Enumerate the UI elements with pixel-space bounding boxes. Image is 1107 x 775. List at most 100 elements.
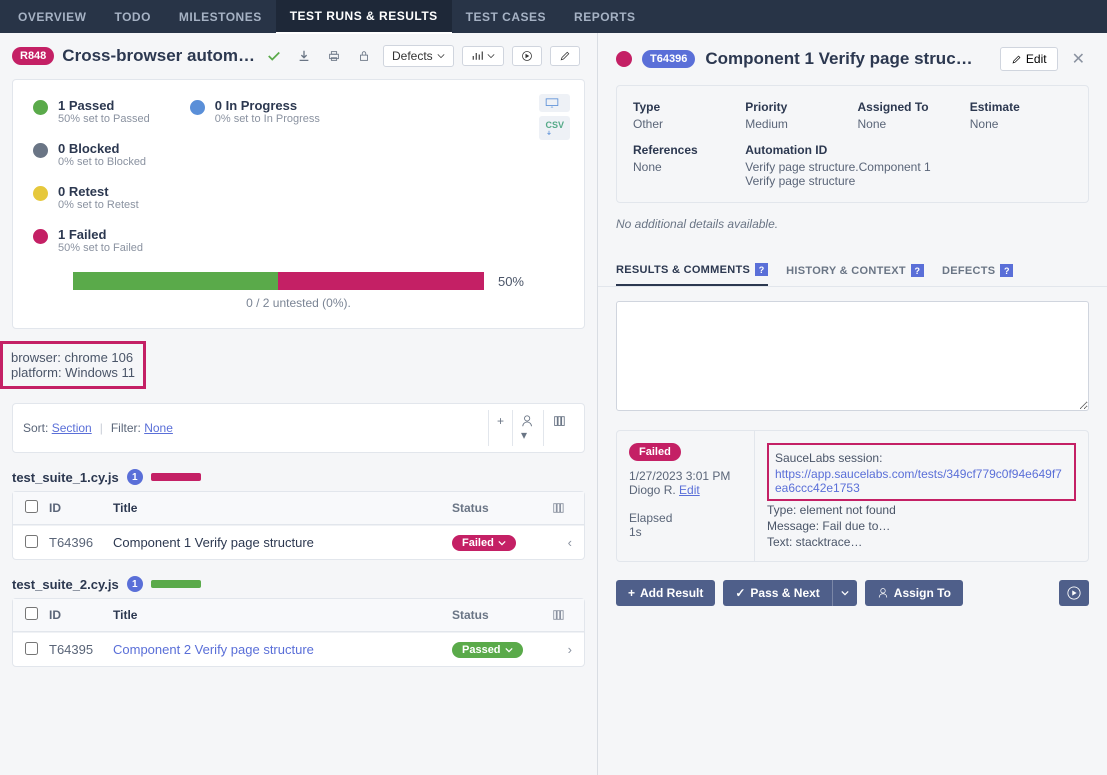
- nav-overview[interactable]: OVERVIEW: [4, 1, 100, 33]
- row-title[interactable]: Component 1 Verify page structure: [113, 535, 452, 550]
- columns-menu-icon[interactable]: [552, 502, 572, 514]
- edit-result-link[interactable]: Edit: [679, 483, 700, 497]
- suite-table: ID Title Status T64396 Component 1 Verif…: [12, 491, 585, 560]
- chevron-down-icon: [437, 52, 445, 60]
- result-card: Failed 1/27/2023 3:01 PM Diogo R. Edit E…: [616, 430, 1089, 562]
- stat-sublabel: 50% set to Failed: [58, 242, 143, 254]
- play-button[interactable]: [512, 46, 542, 66]
- print-icon[interactable]: [323, 45, 345, 67]
- suite-header: test_suite_2.cy.js 1: [12, 576, 585, 592]
- no-details-text: No additional details available.: [598, 203, 1107, 245]
- row-chevron[interactable]: ‹: [552, 535, 572, 550]
- chart-dropdown[interactable]: [462, 46, 504, 66]
- result-type: Type: element not found: [767, 503, 1076, 517]
- top-nav: OVERVIEW TODO MILESTONES TEST RUNS & RES…: [0, 0, 1107, 33]
- tab-history[interactable]: HISTORY & CONTEXT?: [786, 255, 924, 286]
- meta-key: Assigned To: [858, 100, 960, 114]
- stat-label: 1 Passed: [58, 98, 150, 113]
- nav-todo[interactable]: TODO: [100, 1, 164, 33]
- defects-dropdown[interactable]: Defects: [383, 45, 454, 67]
- comment-box: [616, 301, 1089, 416]
- select-all-checkbox[interactable]: [25, 500, 38, 513]
- environment-box: browser: chrome 106 platform: Windows 11: [0, 341, 146, 389]
- row-id: T64395: [49, 642, 113, 657]
- col-id-header: ID: [49, 608, 113, 622]
- edit-run-button[interactable]: [550, 46, 580, 66]
- meta-value: None: [970, 117, 1072, 131]
- tab-results[interactable]: RESULTS & COMMENTS?: [616, 255, 768, 286]
- env-platform: platform: Windows 11: [11, 365, 135, 380]
- table-row[interactable]: T64395 Component 2 Verify page structure…: [13, 632, 584, 666]
- filter-bar: Sort: Section | Filter: None + ▾: [12, 403, 585, 453]
- result-body: SauceLabs session: https://app.saucelabs…: [755, 431, 1088, 561]
- result-meta: Failed 1/27/2023 3:01 PM Diogo R. Edit E…: [617, 431, 755, 561]
- result-status-badge: Failed: [629, 443, 681, 461]
- export-icon[interactable]: [293, 45, 315, 67]
- assign-tool[interactable]: ▾: [512, 410, 543, 446]
- comment-textarea[interactable]: [616, 301, 1089, 411]
- meta-item: Assigned ToNone: [858, 100, 960, 131]
- help-icon[interactable]: ?: [755, 263, 768, 276]
- suite-mini-bar: [151, 473, 201, 481]
- assign-to-button[interactable]: Assign To: [865, 580, 963, 606]
- left-panel: R848 Cross-browser autom… Defects: [0, 33, 598, 775]
- nav-test-cases[interactable]: TEST CASES: [452, 1, 560, 33]
- run-id-badge: R848: [12, 47, 54, 65]
- tab-defects[interactable]: DEFECTS?: [942, 255, 1013, 286]
- pass-next-dropdown[interactable]: [833, 580, 857, 606]
- stat-item: 1 Failed 50% set to Failed: [33, 227, 150, 254]
- close-icon[interactable]: ✕: [1068, 47, 1089, 71]
- play-action-button[interactable]: [1059, 580, 1089, 606]
- meta-key: Type: [633, 100, 735, 114]
- meta-value: Verify page structure.Component 1 Verify…: [745, 160, 960, 188]
- meta-item: PriorityMedium: [745, 100, 847, 131]
- status-dot: [616, 51, 632, 67]
- pass-next-button[interactable]: ✓Pass & Next: [723, 580, 832, 606]
- sauce-box: SauceLabs session: https://app.saucelabs…: [767, 443, 1076, 501]
- row-title[interactable]: Component 2 Verify page structure: [113, 642, 452, 657]
- export-csv-button[interactable]: CSV: [539, 116, 570, 140]
- columns-menu-icon[interactable]: [552, 609, 572, 621]
- lock-icon[interactable]: [353, 45, 375, 67]
- status-pill[interactable]: Passed: [452, 642, 523, 658]
- nav-test-runs[interactable]: TEST RUNS & RESULTS: [276, 0, 452, 34]
- sauce-link[interactable]: https://app.saucelabs.com/tests/349cf779…: [775, 467, 1062, 495]
- meta-value: None: [633, 160, 735, 174]
- chevron-down-icon: [841, 589, 849, 597]
- row-checkbox[interactable]: [25, 535, 38, 548]
- elapsed-value: 1s: [629, 525, 742, 539]
- result-text: Text: stacktrace…: [767, 535, 1076, 549]
- export-image-button[interactable]: [539, 94, 570, 112]
- sort-value-link[interactable]: Section: [52, 421, 92, 435]
- status-dot: [33, 100, 48, 115]
- columns-tool[interactable]: [543, 410, 574, 446]
- select-all-checkbox[interactable]: [25, 607, 38, 620]
- nav-milestones[interactable]: MILESTONES: [165, 1, 276, 33]
- help-icon[interactable]: ?: [911, 264, 924, 277]
- columns-icon: [552, 414, 566, 428]
- filter-value-link[interactable]: None: [144, 421, 173, 435]
- row-chevron[interactable]: ›: [552, 642, 572, 657]
- pencil-icon: [559, 50, 571, 62]
- help-icon[interactable]: ?: [1000, 264, 1013, 277]
- nav-reports[interactable]: REPORTS: [560, 1, 650, 33]
- status-dot: [190, 100, 205, 115]
- row-checkbox[interactable]: [25, 642, 38, 655]
- right-panel: T64396 Component 1 Verify page struc… Ed…: [598, 33, 1107, 775]
- suite-name: test_suite_1.cy.js: [12, 470, 119, 485]
- table-row[interactable]: T64396 Component 1 Verify page structure…: [13, 525, 584, 559]
- add-button[interactable]: +: [489, 410, 512, 446]
- edit-test-button[interactable]: Edit: [1000, 47, 1058, 71]
- suite-count-badge: 1: [127, 576, 143, 592]
- stat-label: 0 In Progress: [215, 98, 320, 113]
- edit-label: Edit: [1026, 52, 1047, 66]
- image-download-icon: [545, 98, 559, 108]
- status-pill[interactable]: Failed: [452, 535, 516, 551]
- meta-item: TypeOther: [633, 100, 735, 131]
- env-browser: browser: chrome 106: [11, 350, 135, 365]
- add-result-button[interactable]: +Add Result: [616, 580, 715, 606]
- detail-header: T64396 Component 1 Verify page struc… Ed…: [598, 33, 1107, 85]
- check-icon[interactable]: [263, 45, 285, 67]
- stat-item: 0 In Progress 0% set to In Progress: [190, 98, 320, 125]
- meta-key: Automation ID: [745, 143, 960, 157]
